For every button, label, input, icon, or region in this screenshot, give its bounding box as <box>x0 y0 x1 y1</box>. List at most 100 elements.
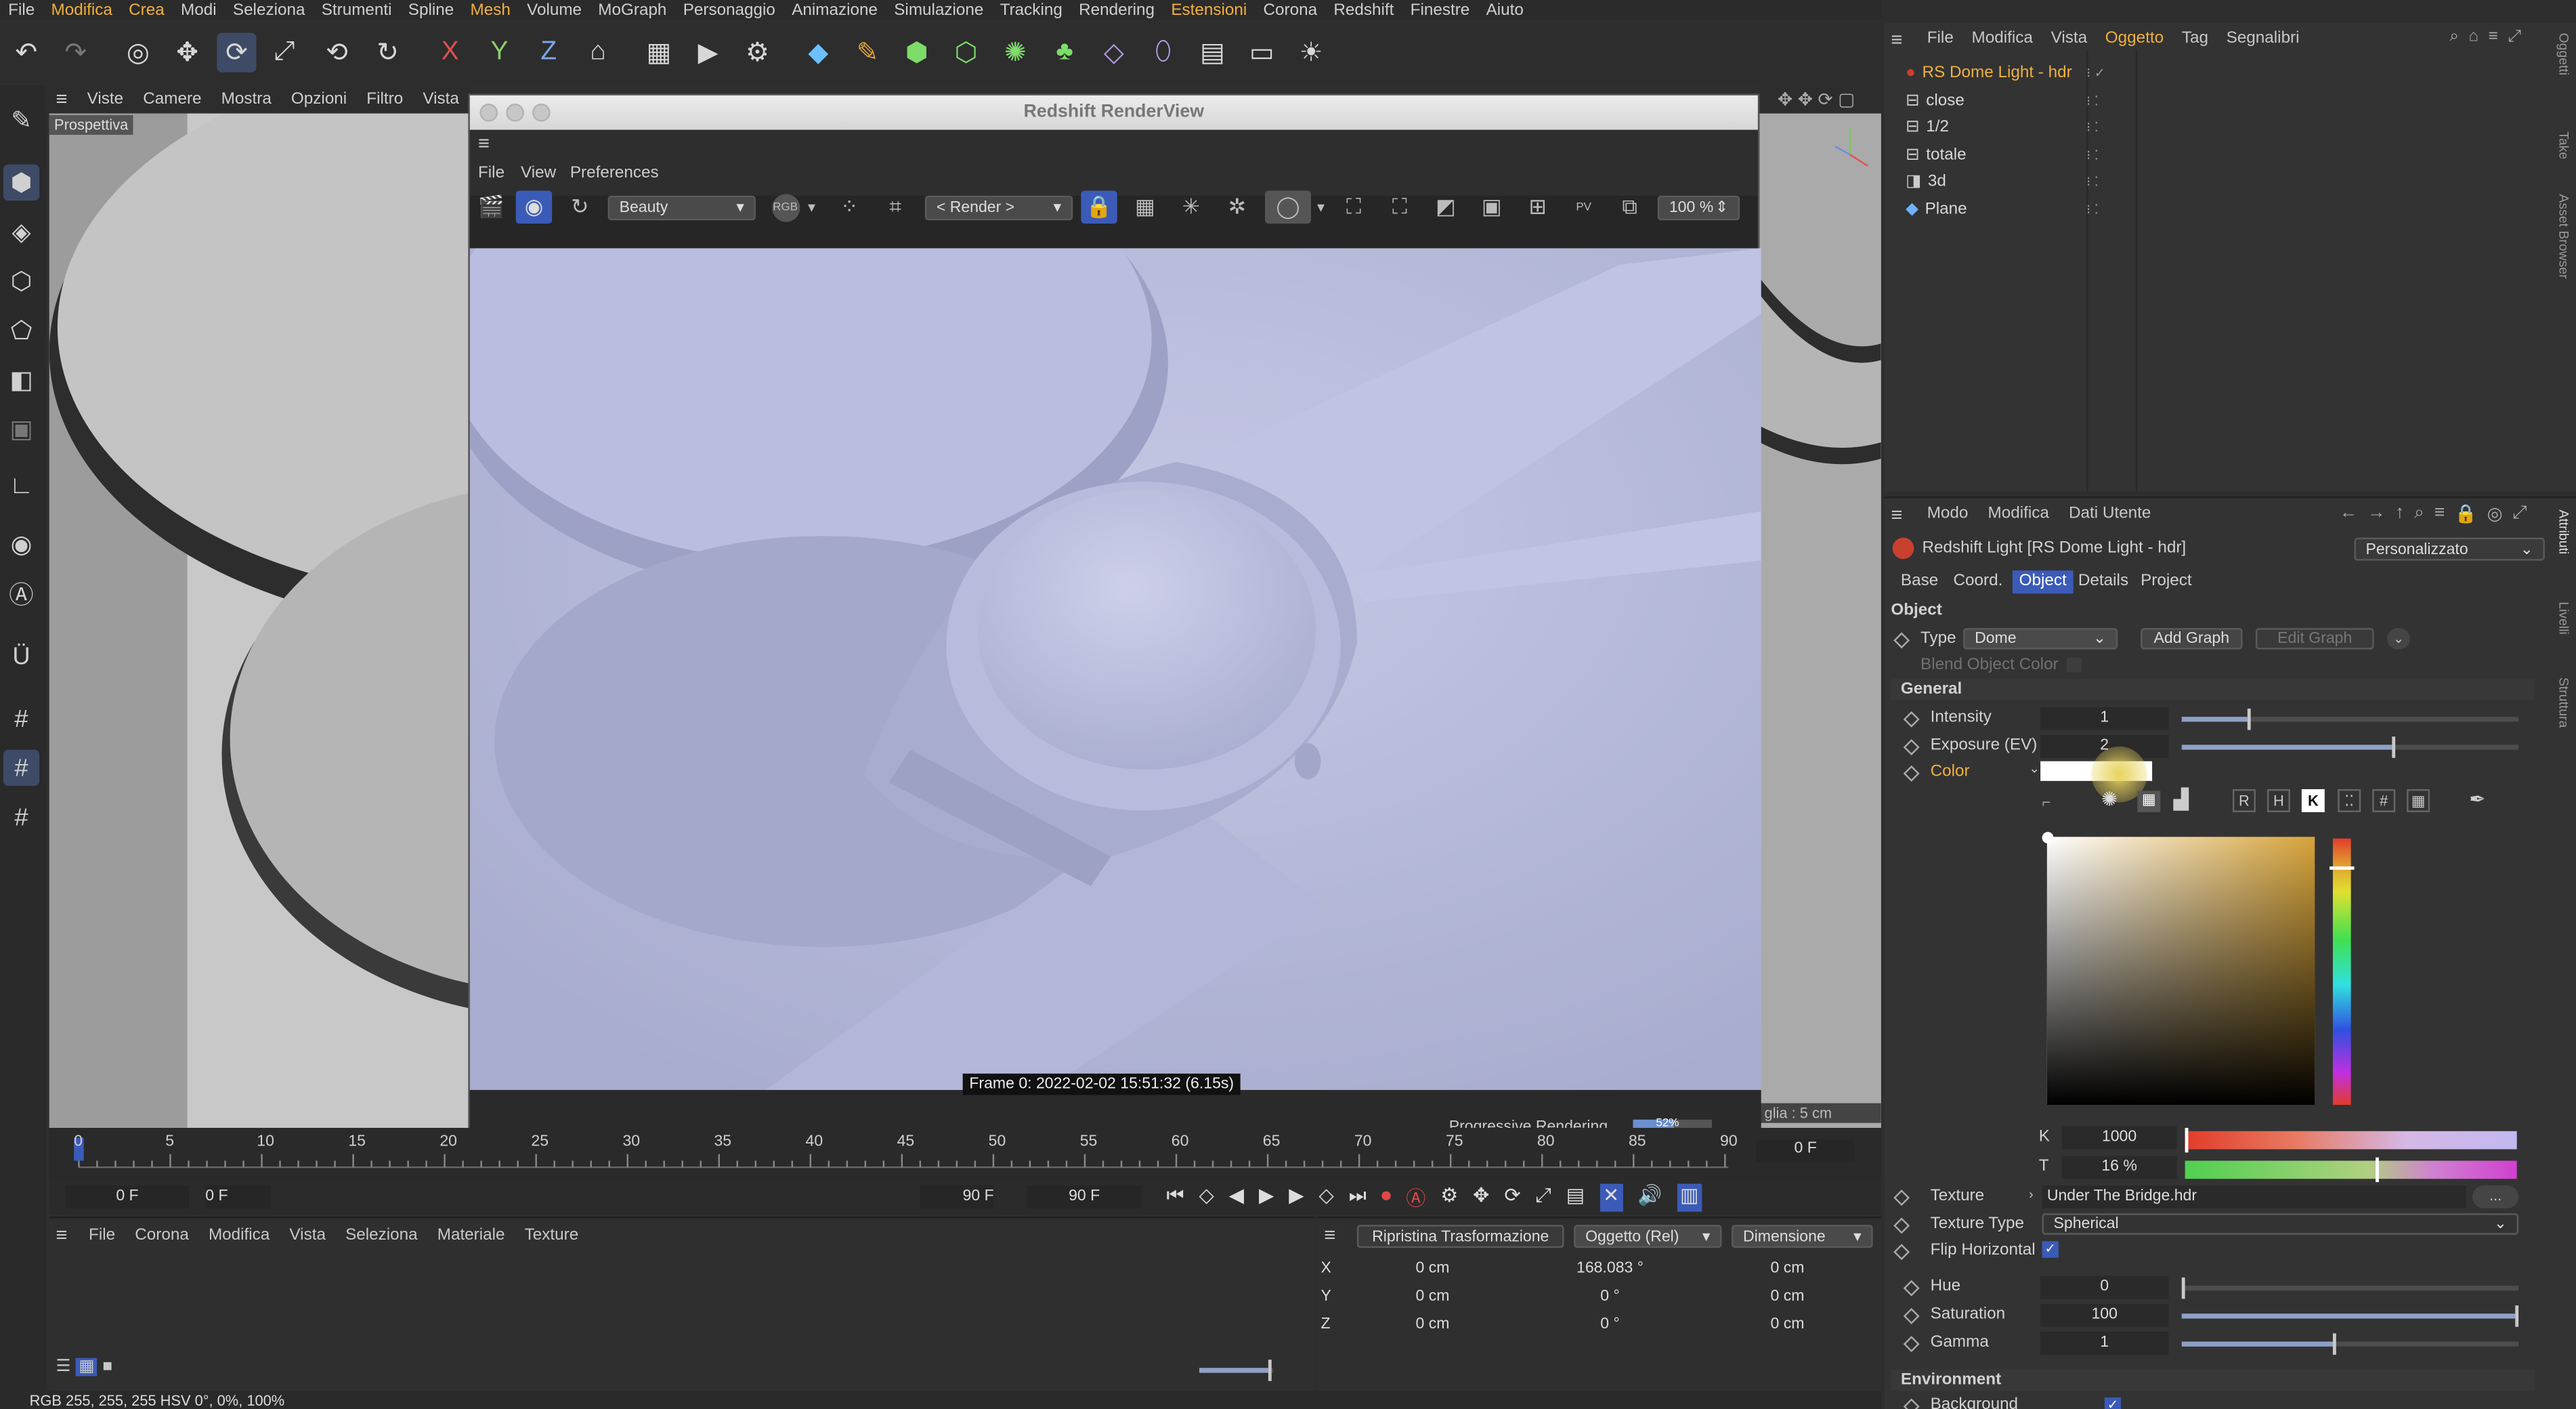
axis-icon[interactable]: ∟ <box>3 467 39 503</box>
visibility-toggle-icon[interactable]: ⁝ ⁚ <box>2086 88 2099 112</box>
bokeh-icon[interactable]: ◯ <box>1265 190 1311 224</box>
preview-start-field[interactable]: 0 F <box>205 1185 272 1208</box>
pen-icon[interactable]: ✎ <box>848 33 887 72</box>
coord-size-field[interactable]: 0 cm <box>1705 1286 1870 1309</box>
kelvin-field[interactable]: 1000 <box>2061 1126 2177 1150</box>
start-frame-field[interactable]: 0 F <box>66 1185 189 1208</box>
objects-menu-segnalibri[interactable]: Segnalibri <box>2227 30 2300 48</box>
menu-spline[interactable]: Spline <box>400 1 463 19</box>
light-icon[interactable]: ☀ <box>1291 33 1331 72</box>
viewport-menu-opzioni[interactable]: Opzioni <box>281 89 356 108</box>
menu-mograph[interactable]: MoGraph <box>590 1 674 19</box>
pv-icon[interactable]: PV <box>1566 191 1602 224</box>
renderview-menu-preferences[interactable]: Preferences <box>570 165 659 183</box>
menu-simulazione[interactable]: Simulazione <box>886 1 991 19</box>
subdivision-icon[interactable]: ⬢ <box>897 33 937 72</box>
material-menu-corona[interactable]: Corona <box>135 1227 189 1245</box>
menu-volume[interactable]: Volume <box>519 1 590 19</box>
new-window-icon[interactable]: ⤢ <box>2512 503 2527 525</box>
fit-icon[interactable]: ⛶ <box>1381 191 1417 224</box>
menu-modi[interactable]: Modi <box>173 1 225 19</box>
coord-size-field[interactable]: 0 cm <box>1705 1258 1870 1281</box>
attr-menu-modifica[interactable]: Modifica <box>1988 505 2049 523</box>
color-mode-rgb-button[interactable]: R <box>2232 788 2256 812</box>
snowflake-icon[interactable]: ✳ <box>1173 191 1209 224</box>
side-tab-oggetti[interactable]: Oggetti <box>2556 33 2571 76</box>
keyframe-diamond-icon[interactable] <box>1893 1244 1910 1261</box>
tint-gradient-slider[interactable] <box>2185 1160 2517 1179</box>
side-tab-take[interactable]: Take <box>2556 131 2571 159</box>
hue-strip-handle[interactable] <box>2330 866 2355 870</box>
keyframe-diamond-icon[interactable] <box>1893 1217 1910 1234</box>
filter-icon[interactable]: ≡ <box>2489 28 2498 46</box>
render-target-select[interactable]: < Render > ▾ <box>924 195 1073 221</box>
undo-icon[interactable]: ↶ <box>7 33 46 72</box>
attr-hamburger-icon[interactable]: ≡ <box>1891 503 1902 526</box>
eyedropper-icon[interactable]: ✒ <box>2469 788 2485 811</box>
material-hamburger-icon[interactable]: ≡ <box>56 1223 67 1246</box>
keyframe-diamond-icon[interactable] <box>1893 632 1910 649</box>
floor-icon[interactable]: ▤ <box>1193 33 1232 72</box>
coordinate-system-icon[interactable]: ⌂ <box>578 33 618 72</box>
material-menu-vista[interactable]: Vista <box>289 1227 326 1245</box>
menu-corona[interactable]: Corona <box>1255 1 1325 19</box>
keyframe-diamond-icon[interactable] <box>1903 1280 1920 1297</box>
list-view-icon[interactable]: ☰ <box>56 1358 70 1376</box>
timeline-mode-icon[interactable]: ▥ <box>1677 1183 1702 1212</box>
uv-mode-icon[interactable]: ▣ <box>3 411 39 447</box>
gamma-slider[interactable] <box>2181 1333 2519 1355</box>
color-mode-kelvin-button[interactable]: K <box>2301 788 2325 812</box>
menu-rendering[interactable]: Rendering <box>1071 1 1163 19</box>
edit-mode-icon[interactable]: ✎ <box>3 102 39 138</box>
preview-end-field[interactable]: 90 F <box>920 1185 994 1208</box>
hamburger-icon[interactable]: ≡ <box>46 87 77 110</box>
renderview-titlebar[interactable]: Redshift RenderView <box>469 95 1758 130</box>
menu-file[interactable]: File <box>0 1 43 19</box>
objects-menu-file[interactable]: File <box>1927 30 1954 48</box>
saturation-field[interactable]: 100 <box>2040 1303 2169 1327</box>
deformer-icon[interactable]: ◇ <box>1094 33 1134 72</box>
side-tab-struttura[interactable]: Struttura <box>2556 677 2571 728</box>
grid-view-icon[interactable]: ▦ <box>1127 191 1163 224</box>
color-expand-icon[interactable]: ⌄ <box>2029 761 2040 776</box>
keyframe-diamond-icon[interactable] <box>1903 711 1920 728</box>
key-position-icon[interactable]: ✥ <box>1473 1183 1489 1211</box>
end-frame-field[interactable]: 90 F <box>1027 1185 1142 1208</box>
transform-icon[interactable]: ⟲ <box>317 33 356 72</box>
close-window-button[interactable] <box>479 103 498 122</box>
coords-mode-select[interactable]: Oggetto (Rel) ▾ <box>1574 1225 1722 1248</box>
side-tab-livelli[interactable]: Livelli <box>2556 602 2571 635</box>
snap-icon[interactable]: Ⓐ <box>3 575 39 611</box>
render-view-icon[interactable]: ▶ <box>689 33 728 72</box>
zoom-window-button[interactable] <box>532 103 551 122</box>
side-tab-asset-browser[interactable]: Asset Browser <box>2556 194 2571 278</box>
key-scale-icon[interactable]: ⤢ <box>1536 1183 1551 1211</box>
next-frame-icon[interactable]: ▶ <box>1289 1183 1304 1211</box>
color-mode-mixer-icon[interactable]: ⁚⁚ <box>2338 788 2361 812</box>
visibility-toggle-icon[interactable]: ⁝ ⁚ <box>2086 142 2099 167</box>
move-icon[interactable]: ✥ <box>167 33 207 72</box>
grid-view-icon[interactable]: ▦ <box>75 1358 98 1376</box>
texture-expand-icon[interactable]: › <box>2029 1187 2033 1202</box>
visibility-toggle-icon[interactable]: ⁝ ✓ <box>2086 61 2105 85</box>
visibility-toggle-icon[interactable]: ⁝ ⁚ <box>2086 169 2099 194</box>
objects-menu-tag[interactable]: Tag <box>2182 30 2208 48</box>
type-select[interactable]: Dome ⌄ <box>1963 628 2118 650</box>
spectrum-icon[interactable]: ▦ <box>2137 791 2161 812</box>
sound-icon[interactable]: 🔊 <box>1637 1183 1662 1211</box>
rgb-dropdown-icon[interactable]: ▾ <box>803 191 819 224</box>
objects-menu-vista[interactable]: Vista <box>2051 30 2088 48</box>
minimize-window-button[interactable] <box>506 103 524 122</box>
sync-icon[interactable]: ↻ <box>368 33 407 72</box>
flip-horizontal-checkbox[interactable]: ✓ <box>2042 1241 2059 1258</box>
snapshot-icon[interactable]: ▣ <box>1474 191 1509 224</box>
objects-menu-modifica[interactable]: Modifica <box>1972 30 2033 48</box>
menu-aiuto[interactable]: Aiuto <box>1478 1 1532 19</box>
key-settings-icon[interactable]: ⚙ <box>1440 1183 1458 1211</box>
saturation-slider[interactable] <box>2181 1305 2519 1327</box>
cube-icon[interactable]: ◆ <box>798 33 838 72</box>
copy-icon[interactable]: ⧉ <box>1612 191 1648 224</box>
add-graph-button[interactable]: Add Graph <box>2141 628 2243 650</box>
object-row[interactable]: ● RS Dome Light - hdr <box>1906 61 2086 85</box>
render-settings-icon[interactable]: ⚙ <box>737 33 777 72</box>
